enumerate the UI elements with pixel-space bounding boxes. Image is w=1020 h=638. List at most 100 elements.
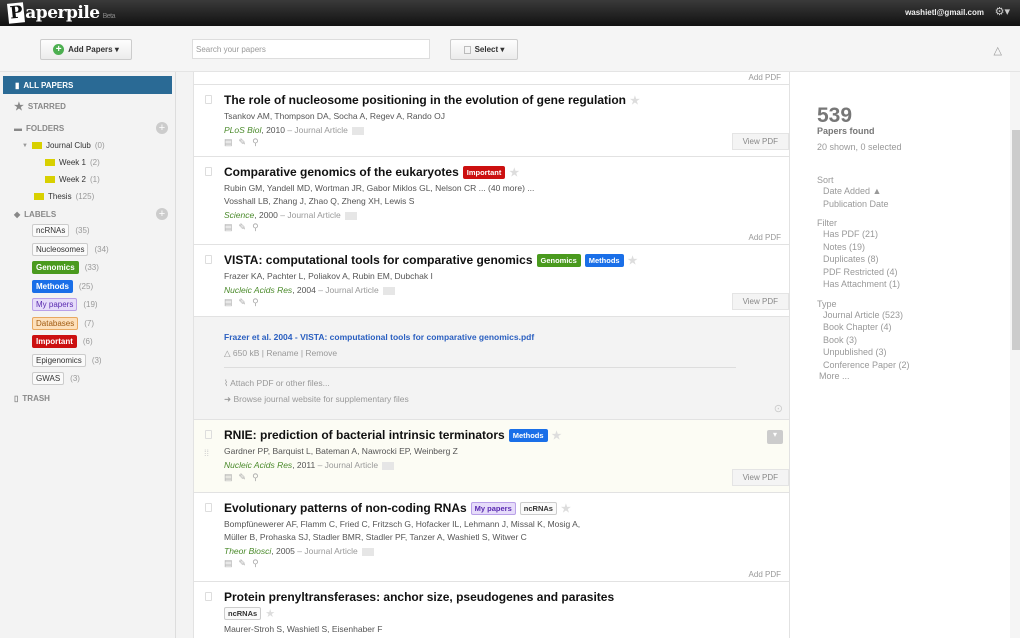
row-checkbox[interactable] bbox=[205, 255, 212, 264]
sidebar-item-starred[interactable]: ★STARRED bbox=[14, 97, 66, 115]
attachment-icon[interactable]: ⚲ bbox=[252, 558, 259, 569]
paper-title[interactable]: The role of nucleosome positioning in th… bbox=[224, 93, 626, 107]
gear-icon[interactable]: ⚙▾ bbox=[995, 5, 1010, 18]
folder-thesis[interactable]: Thesis(125) bbox=[34, 192, 94, 201]
label-item[interactable]: My papers(19) bbox=[32, 298, 98, 311]
label-item[interactable]: Databases(7) bbox=[32, 317, 94, 330]
row-checkbox[interactable] bbox=[205, 430, 212, 439]
star-icon[interactable]: ★ bbox=[509, 166, 519, 179]
browse-supplementary-link[interactable]: Browse journal website for supplementary… bbox=[234, 394, 409, 404]
pencil-icon[interactable]: ✎ bbox=[239, 137, 247, 148]
more-icon[interactable] bbox=[382, 462, 394, 470]
pdf-filename-link[interactable]: Frazer et al. 2004 - VISTA: computationa… bbox=[224, 332, 789, 342]
paper-row[interactable]: ⁞⁞▾ RNIE: prediction of bacterial intrin… bbox=[193, 420, 790, 493]
search-input[interactable]: Search your papers bbox=[192, 39, 430, 59]
menu-dropdown-icon[interactable]: ▾ bbox=[767, 430, 783, 444]
logo[interactable]: PaperpileBeta bbox=[8, 3, 115, 23]
pencil-icon[interactable]: ✎ bbox=[239, 558, 247, 569]
paper-row[interactable]: Comparative genomics of the eukaryotes Im… bbox=[193, 157, 790, 245]
filter-option[interactable]: Duplicates (8) bbox=[823, 253, 997, 266]
more-icon[interactable] bbox=[383, 287, 395, 295]
drag-handle-icon[interactable]: ⁞⁞ bbox=[204, 448, 209, 458]
user-email[interactable]: washietl@gmail.com bbox=[905, 8, 984, 17]
filter-option[interactable]: Notes (19) bbox=[823, 241, 997, 254]
label-item[interactable]: Important(6) bbox=[32, 335, 93, 348]
sidebar-item-folders[interactable]: ▬FOLDERS bbox=[14, 119, 64, 137]
paper-row[interactable]: Protein prenyltransferases: anchor size,… bbox=[193, 582, 790, 638]
filter-option[interactable]: Has Attachment (1) bbox=[823, 278, 997, 291]
add-folder-icon[interactable]: + bbox=[156, 122, 168, 134]
star-icon[interactable]: ★ bbox=[265, 607, 275, 620]
star-icon[interactable]: ★ bbox=[561, 502, 571, 515]
attachment-icon[interactable]: ⚲ bbox=[252, 297, 259, 308]
label-chip[interactable]: ncRNAs bbox=[224, 607, 261, 620]
label-chip[interactable]: Methods bbox=[585, 254, 624, 267]
add-pdf-link[interactable]: Add PDF bbox=[749, 73, 781, 83]
select-button[interactable]: Select ▾ bbox=[450, 39, 518, 60]
star-icon[interactable]: ★ bbox=[630, 94, 640, 107]
sidebar-item-all-papers[interactable]: ▮ALL PAPERS bbox=[3, 76, 172, 94]
view-pdf-button[interactable]: View PDF bbox=[732, 293, 789, 310]
attachment-icon[interactable]: ⚲ bbox=[252, 472, 259, 483]
notes-icon[interactable]: ▤ bbox=[224, 137, 233, 148]
more-icon[interactable] bbox=[352, 127, 364, 135]
scrollbar-thumb[interactable] bbox=[1012, 130, 1020, 350]
label-item[interactable]: Genomics(33) bbox=[32, 261, 99, 274]
notes-icon[interactable]: ▤ bbox=[224, 558, 233, 569]
view-pdf-button[interactable]: View PDF bbox=[732, 469, 789, 486]
paper-title[interactable]: Comparative genomics of the eukaryotes bbox=[224, 165, 459, 179]
paper-title[interactable]: VISTA: computational tools for comparati… bbox=[224, 253, 533, 267]
sidebar-item-labels[interactable]: ◆LABELS bbox=[14, 205, 56, 223]
paper-row[interactable]: VISTA: computational tools for comparati… bbox=[193, 245, 790, 317]
sort-option[interactable]: Publication Date bbox=[823, 198, 997, 211]
label-chip[interactable]: ncRNAs bbox=[520, 502, 557, 515]
pencil-icon[interactable]: ✎ bbox=[239, 472, 247, 483]
label-chip[interactable]: Methods bbox=[509, 429, 548, 442]
star-icon[interactable]: ★ bbox=[628, 254, 638, 267]
folder-week-2[interactable]: Week 2(1) bbox=[45, 175, 100, 184]
add-papers-button[interactable]: +Add Papers ▾ bbox=[40, 39, 132, 60]
row-checkbox[interactable] bbox=[205, 167, 212, 176]
label-item[interactable]: Nucleosomes(34) bbox=[32, 243, 109, 256]
notes-icon[interactable]: ▤ bbox=[224, 472, 233, 483]
type-option[interactable]: Conference Paper (2) bbox=[823, 359, 997, 372]
attachment-icon[interactable]: ⚲ bbox=[252, 222, 259, 233]
row-checkbox[interactable] bbox=[205, 503, 212, 512]
paper-title[interactable]: Protein prenyltransferases: anchor size,… bbox=[224, 590, 614, 604]
pencil-icon[interactable]: ✎ bbox=[239, 297, 247, 308]
filter-option[interactable]: Has PDF (21) bbox=[823, 228, 997, 241]
more-icon[interactable] bbox=[345, 212, 357, 220]
add-pdf-link[interactable]: Add PDF bbox=[749, 570, 781, 579]
add-label-icon[interactable]: + bbox=[156, 208, 168, 220]
notes-icon[interactable]: ▤ bbox=[224, 222, 233, 233]
star-icon[interactable]: ★ bbox=[552, 429, 562, 442]
pencil-icon[interactable]: ✎ bbox=[239, 222, 247, 233]
paper-row[interactable]: The role of nucleosome positioning in th… bbox=[193, 85, 790, 157]
paper-title[interactable]: Evolutionary patterns of non-coding RNAs bbox=[224, 501, 467, 515]
more-icon[interactable] bbox=[362, 548, 374, 556]
label-chip[interactable]: Important bbox=[463, 166, 506, 179]
more-link[interactable]: More ... bbox=[819, 371, 997, 381]
sort-option[interactable]: Date Added ▲ bbox=[823, 185, 997, 198]
label-item[interactable]: GWAS(3) bbox=[32, 372, 80, 385]
row-checkbox[interactable] bbox=[205, 95, 212, 104]
view-pdf-button[interactable]: View PDF bbox=[732, 133, 789, 150]
drive-icon[interactable]: △ bbox=[994, 44, 1002, 57]
row-checkbox[interactable] bbox=[205, 592, 212, 601]
paper-row[interactable]: Evolutionary patterns of non-coding RNAs… bbox=[193, 493, 790, 582]
attachment-icon[interactable]: ⚲ bbox=[252, 137, 259, 148]
attach-files-link[interactable]: Attach PDF or other files... bbox=[230, 378, 330, 388]
type-option[interactable]: Book Chapter (4) bbox=[823, 321, 997, 334]
sidebar-item-trash[interactable]: ▯TRASH bbox=[14, 389, 50, 407]
add-pdf-link[interactable]: Add PDF bbox=[749, 233, 781, 242]
label-item[interactable]: Methods(25) bbox=[32, 280, 93, 293]
type-option[interactable]: Unpublished (3) bbox=[823, 346, 997, 359]
label-item[interactable]: Epigenomics(3) bbox=[32, 354, 102, 367]
filter-option[interactable]: PDF Restricted (4) bbox=[823, 266, 997, 279]
notes-icon[interactable]: ▤ bbox=[224, 297, 233, 308]
label-chip[interactable]: Genomics bbox=[537, 254, 581, 267]
collapse-icon[interactable]: ⊙ bbox=[774, 402, 783, 415]
label-item[interactable]: ncRNAs(35) bbox=[32, 224, 90, 237]
folder-week-1[interactable]: Week 1(2) bbox=[45, 158, 100, 167]
remove-link[interactable]: Remove bbox=[305, 348, 337, 358]
